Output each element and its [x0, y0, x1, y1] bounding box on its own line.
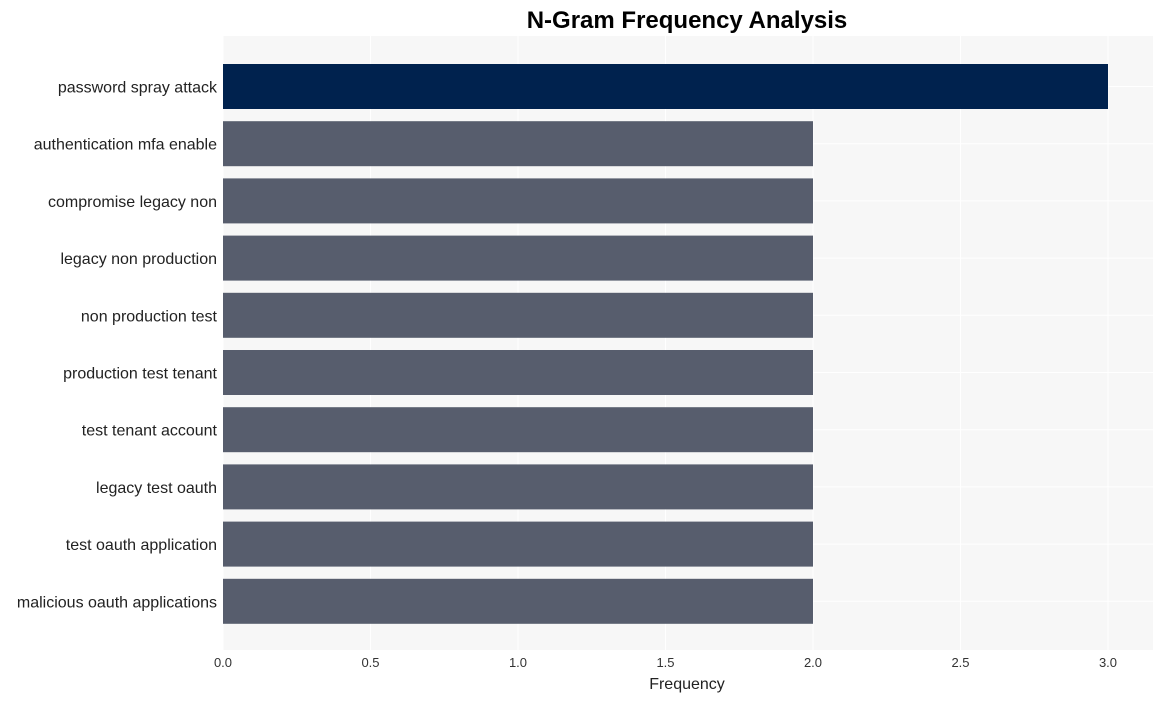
x-tick-label: 3.0 [1099, 655, 1117, 670]
x-tick-label: 0.5 [361, 655, 379, 670]
x-tick-label: 1.0 [509, 655, 527, 670]
bar-non-production-test [223, 292, 813, 338]
bar-compromise-legacy-non [223, 178, 813, 224]
y-tick-label: production test tenant [63, 366, 217, 383]
y-tick-label: password spray attack [58, 80, 218, 97]
x-tick-label: 2.0 [804, 655, 822, 670]
y-tick-label: test oauth application [66, 537, 217, 554]
bar-test-tenant-account [223, 407, 813, 453]
chart-title: N-Gram Frequency Analysis [527, 7, 848, 34]
y-tick-label: compromise legacy non [48, 194, 217, 211]
bar-production-test-tenant [223, 350, 813, 395]
x-tick-label: 1.5 [656, 655, 674, 670]
bar-legacy-non-production [223, 235, 813, 281]
bar-password-spray-attack [223, 64, 1108, 109]
y-tick-label: malicious oauth applications [17, 594, 217, 611]
y-tick-label: non production test [81, 308, 218, 325]
bar-test-oauth-application [223, 521, 813, 567]
x-tick-label: 2.5 [951, 655, 969, 670]
x-tick-label: 0.0 [214, 655, 232, 670]
y-axis-labels: password spray attack authentication mfa … [17, 80, 218, 612]
y-tick-label: legacy non production [60, 251, 217, 268]
bar-malicious-oauth-applications [223, 578, 813, 624]
chart: password spray attack authentication mfa … [17, 7, 1153, 693]
y-tick-label: legacy test oauth [96, 480, 217, 497]
bar-authentication-mfa-enable [223, 121, 813, 167]
y-tick-label: authentication mfa enable [34, 137, 217, 154]
x-axis-ticks: 0.0 0.5 1.0 1.5 2.0 2.5 3.0 [214, 655, 1117, 670]
y-tick-label: test tenant account [82, 423, 218, 440]
x-axis-label: Frequency [649, 676, 725, 693]
bar-legacy-test-oauth [223, 464, 813, 510]
